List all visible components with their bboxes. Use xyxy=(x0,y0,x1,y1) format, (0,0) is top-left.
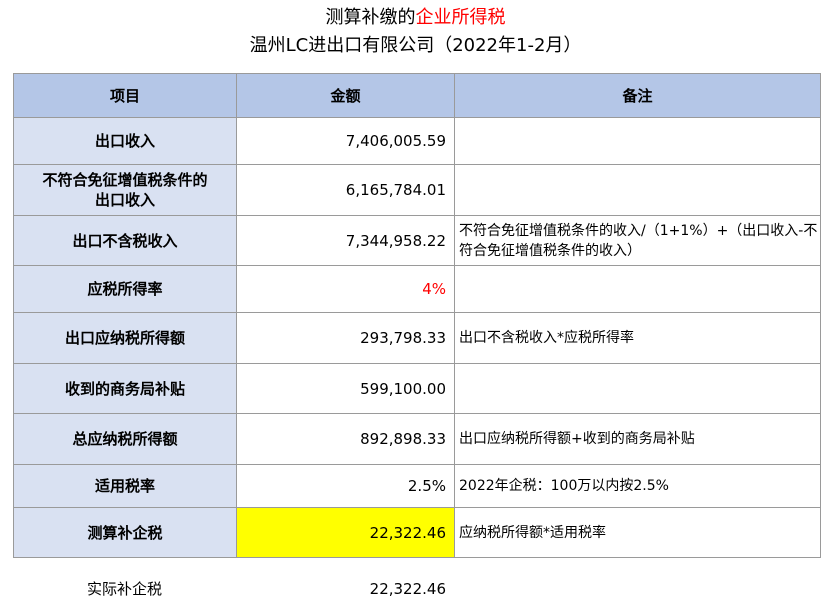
row-note xyxy=(454,265,821,313)
table-header-row: 项目 金额 备注 xyxy=(13,73,821,118)
row-label: 不符合免征增值税条件的出口收入 xyxy=(13,164,237,216)
row-note: 出口应纳税所得额+收到的商务局补贴 xyxy=(454,413,821,465)
row-label: 应税所得率 xyxy=(13,265,237,313)
row-label: 出口不含税收入 xyxy=(13,215,237,266)
footer-amount: 22,322.46 xyxy=(369,580,446,598)
title-prefix: 测算补缴的 xyxy=(325,7,416,28)
row-note xyxy=(454,164,821,216)
table-row: 出口收入 7,406,005.59 xyxy=(13,117,821,165)
row-label: 出口收入 xyxy=(13,117,237,165)
column-header-amount: 金额 xyxy=(236,73,455,118)
row-note: 出口不含税收入*应税所得率 xyxy=(454,312,821,364)
row-note xyxy=(454,363,821,414)
title-highlight: 企业所得税 xyxy=(415,7,506,28)
row-amount: 599,100.00 xyxy=(236,363,455,414)
row-amount-highlighted: 22,322.46 xyxy=(236,507,455,558)
row-note: 2022年企税：100万以内按2.5% xyxy=(454,464,821,508)
tax-table: 项目 金额 备注 出口收入 7,406,005.59 不符合免征增值税条件的出口… xyxy=(13,73,821,558)
row-amount: 4% xyxy=(236,265,455,313)
table-row: 不符合免征增值税条件的出口收入 6,165,784.01 xyxy=(13,164,821,216)
row-label: 总应纳税所得额 xyxy=(13,413,237,465)
table-row: 收到的商务局补贴 599,100.00 xyxy=(13,363,821,414)
row-amount: 293,798.33 xyxy=(236,312,455,364)
row-note xyxy=(454,117,821,165)
page-title: 测算补缴的企业所得税 xyxy=(0,6,831,30)
table-row: 适用税率 2.5% 2022年企税：100万以内按2.5% xyxy=(13,464,821,508)
row-label: 测算补企税 xyxy=(13,507,237,558)
row-amount: 2.5% xyxy=(236,464,455,508)
table-row: 测算补企税 22,322.46 应纳税所得额*适用税率 xyxy=(13,507,821,558)
row-amount: 892,898.33 xyxy=(236,413,455,465)
row-label: 收到的商务局补贴 xyxy=(13,363,237,414)
page-subtitle: 温州LC进出口有限公司（2022年1-2月） xyxy=(249,35,582,56)
footer-label: 实际补企税 xyxy=(86,580,162,598)
table-row: 出口应纳税所得额 293,798.33 出口不含税收入*应税所得率 xyxy=(13,312,821,364)
column-header-item: 项目 xyxy=(13,73,237,118)
column-header-note: 备注 xyxy=(454,73,821,118)
row-note: 不符合免征增值税条件的收入/（1+1%）+（出口收入-不符合免征增值税条件的收入… xyxy=(454,215,821,266)
table-row: 出口不含税收入 7,344,958.22 不符合免征增值税条件的收入/（1+1%… xyxy=(13,215,821,266)
table-row: 总应纳税所得额 892,898.33 出口应纳税所得额+收到的商务局补贴 xyxy=(13,413,821,465)
row-amount: 7,406,005.59 xyxy=(236,117,455,165)
row-label: 适用税率 xyxy=(13,464,237,508)
row-label: 出口应纳税所得额 xyxy=(13,312,237,364)
row-amount: 7,344,958.22 xyxy=(236,215,455,266)
row-note: 应纳税所得额*适用税率 xyxy=(454,507,821,558)
row-amount: 6,165,784.01 xyxy=(236,164,455,216)
table-row: 应税所得率 4% xyxy=(13,265,821,313)
